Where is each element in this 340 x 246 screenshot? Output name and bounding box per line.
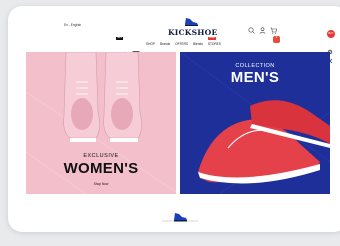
logo-text: KICKSHOE (168, 28, 218, 37)
sneaker-icon (185, 18, 198, 26)
nav-item-blends[interactable]: Blends (193, 42, 203, 46)
site-header: En - English KICKSHOE 0 (18, 13, 318, 43)
womens-banner[interactable]: EXCLUSIVE WOMEN'S Shop Now (26, 52, 176, 194)
mens-title: MEN'S (230, 69, 280, 86)
gear-icon[interactable] (327, 42, 333, 55)
cart-icon[interactable]: 0 (270, 21, 280, 43)
womens-title: WOMEN'S (63, 160, 139, 177)
cart-count-badge: 0 (273, 36, 280, 43)
shop-now-link[interactable]: Shop Now (26, 182, 176, 186)
search-icon[interactable] (248, 21, 255, 34)
sneaker-icon (162, 213, 198, 222)
nav-item-stores-label: STORES (207, 42, 221, 46)
sale-badge: SALE (207, 37, 216, 40)
language-selector[interactable]: En - English (64, 23, 81, 27)
main-nav: NEW SHOP Brands OFFERS Blends SALE STORE… (116, 37, 221, 55)
nike-logo-icon[interactable]: NEW (116, 37, 126, 55)
nav-item-stores[interactable]: SALE STORES (207, 37, 221, 46)
footer-logo[interactable] (162, 210, 198, 224)
nav-item-shop[interactable]: SHOP (146, 42, 155, 46)
new-badge: NEW (116, 37, 124, 40)
nav-item-offers[interactable]: OFFERS (175, 42, 188, 46)
brand-logo-icon[interactable] (131, 42, 141, 55)
womens-subtitle: EXCLUSIVE (83, 153, 119, 159)
site-logo[interactable]: KICKSHOE (168, 15, 218, 39)
mens-banner[interactable]: COLLECTION MEN'S (180, 52, 330, 194)
nav-item-brands[interactable]: Brands (160, 42, 170, 46)
header-actions: 0 (248, 21, 280, 43)
buy-button[interactable]: BUY (327, 30, 335, 38)
account-icon[interactable] (259, 21, 266, 34)
